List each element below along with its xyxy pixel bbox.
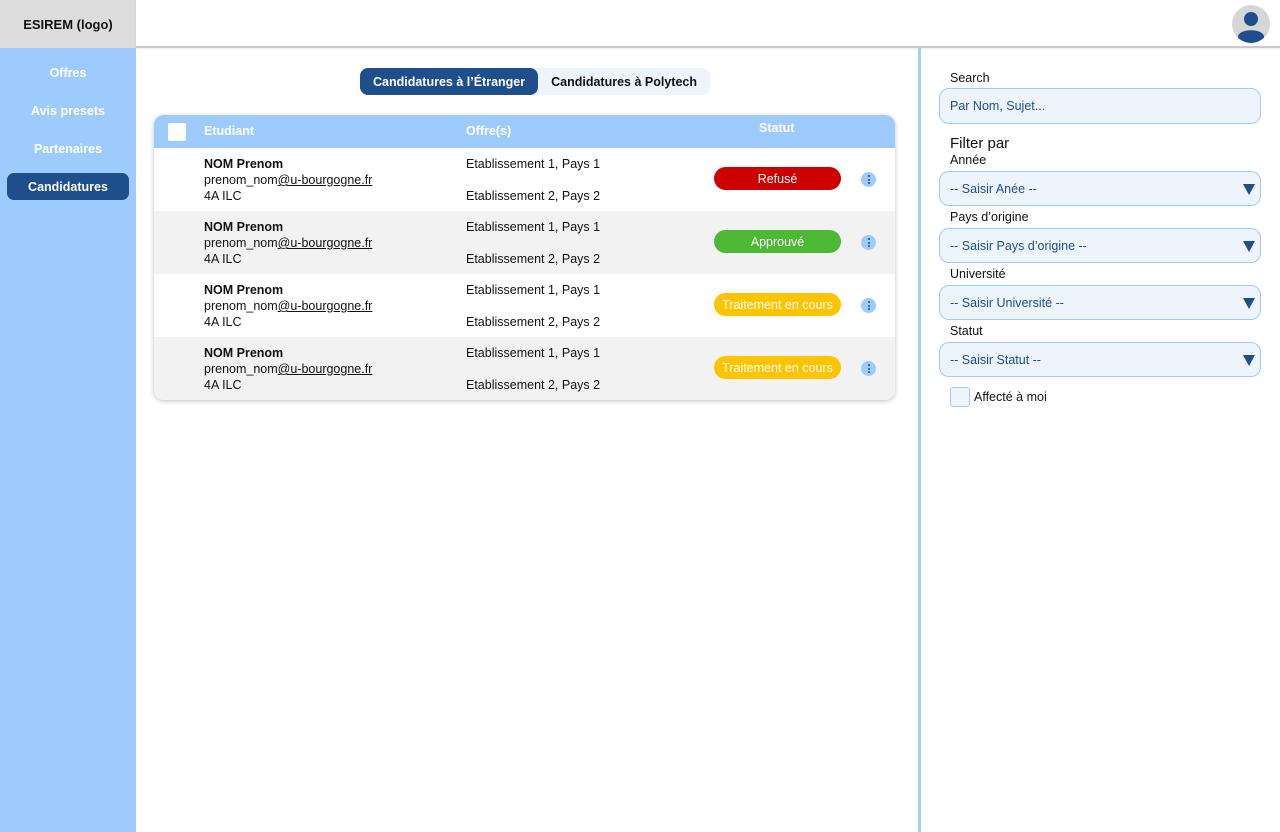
candidatures-table: Etudiant Offre(s) Statut NOM Prenom preno… <box>154 115 895 400</box>
more-options-icon[interactable] <box>861 361 876 376</box>
student-year: 4A ILC <box>204 252 242 266</box>
annee-select-value: -- Saisir Anée -- <box>950 181 1037 196</box>
pays-select-value: -- Saisir Pays d’origine -- <box>950 238 1087 253</box>
header-etudiant[interactable]: Etudiant <box>204 124 254 138</box>
student-email: prenom_nom@u-bourgogne.fr <box>204 299 373 313</box>
sidebar: Offres Avis presets Partenaires Candidat… <box>0 48 136 832</box>
top-bar <box>136 0 1280 48</box>
status-badge: Traitement en cours <box>714 356 841 379</box>
sidebar-item-candidatures[interactable]: Candidatures <box>7 173 129 200</box>
pays-label: Pays d’origine <box>950 210 1029 224</box>
tab-candidatures-etranger[interactable]: Candidatures à l’Étranger <box>360 68 539 95</box>
student-year: 4A ILC <box>204 189 242 203</box>
annee-select[interactable]: -- Saisir Anée -- <box>939 171 1261 206</box>
email-domain-link[interactable]: @u-bourgogne.fr <box>278 362 373 376</box>
more-options-icon[interactable] <box>861 298 876 313</box>
search-field[interactable] <box>939 88 1261 124</box>
statut-label: Statut <box>950 324 983 338</box>
offer-1: Etablissement 1, Pays 1 <box>466 220 601 234</box>
offer-1: Etablissement 1, Pays 1 <box>466 346 601 360</box>
pays-select[interactable]: -- Saisir Pays d’origine -- <box>939 228 1261 263</box>
logo-text: ESIREM (logo) <box>23 16 113 32</box>
student-year: 4A ILC <box>204 378 242 392</box>
assigned-to-me-label: Affecté à moi <box>974 390 1047 404</box>
annee-label: Année <box>950 153 987 167</box>
header-offres[interactable]: Offre(s) <box>466 124 511 138</box>
more-options-icon[interactable] <box>861 235 876 250</box>
sidebar-item-label: Avis presets <box>31 103 105 118</box>
main-content: Candidatures à l’Étranger Candidatures à… <box>136 48 920 832</box>
offer-2: Etablissement 2, Pays 2 <box>466 252 601 266</box>
dropdown-arrow-icon <box>1243 184 1255 195</box>
sidebar-item-offres[interactable]: Offres <box>7 59 129 86</box>
universite-select[interactable]: -- Saisir Université -- <box>939 285 1261 320</box>
table-row[interactable]: NOM Prenom prenom_nom@u-bourgogne.fr 4A IL… <box>154 337 895 400</box>
app-logo: ESIREM (logo) <box>0 0 136 48</box>
filter-panel: Search Filter par Année -- Saisir Anée -… <box>921 48 1280 832</box>
offer-2: Etablissement 2, Pays 2 <box>466 315 601 329</box>
user-avatar-icon[interactable] <box>1232 5 1270 43</box>
search-label: Search <box>950 71 990 85</box>
offer-1: Etablissement 1, Pays 1 <box>466 157 601 171</box>
assigned-to-me-checkbox[interactable] <box>950 387 970 407</box>
dropdown-arrow-icon <box>1243 355 1255 366</box>
filter-title: Filter par <box>950 135 1010 152</box>
email-domain-link[interactable]: @u-bourgogne.fr <box>278 299 373 313</box>
table-row[interactable]: NOM Prenom prenom_nom@u-bourgogne.fr 4A IL… <box>154 211 895 274</box>
more-options-icon[interactable] <box>861 172 876 187</box>
student-name: NOM Prenom <box>204 157 284 171</box>
universite-label: Université <box>950 267 1006 281</box>
status-badge: Refusé <box>714 167 841 190</box>
student-name: NOM Prenom <box>204 283 284 297</box>
dropdown-arrow-icon <box>1243 241 1255 252</box>
tab-candidatures-polytech[interactable]: Candidatures à Polytech <box>538 68 710 95</box>
statut-select[interactable]: -- Saisir Statut -- <box>939 342 1261 377</box>
search-input[interactable] <box>950 99 1260 113</box>
offer-2: Etablissement 2, Pays 2 <box>466 378 601 392</box>
dropdown-arrow-icon <box>1243 298 1255 309</box>
email-domain-link[interactable]: @u-bourgogne.fr <box>278 236 373 250</box>
tab-group: Candidatures à l’Étranger Candidatures à… <box>360 68 710 95</box>
sidebar-item-label: Partenaires <box>33 141 103 156</box>
table-row[interactable]: NOM Prenom prenom_nom@u-bourgogne.fr 4A IL… <box>154 274 895 337</box>
table-row[interactable]: NOM Prenom prenom_nom@u-bourgogne.fr 4A IL… <box>154 148 895 211</box>
student-email: prenom_nom@u-bourgogne.fr <box>204 236 373 250</box>
student-email: prenom_nom@u-bourgogne.fr <box>204 362 373 376</box>
sidebar-item-label: Offres <box>49 65 87 80</box>
status-badge: Traitement en cours <box>714 293 841 316</box>
offer-1: Etablissement 1, Pays 1 <box>466 283 601 297</box>
statut-select-value: -- Saisir Statut -- <box>950 352 1041 367</box>
sidebar-item-label: Candidatures <box>28 179 108 194</box>
sidebar-item-partenaires[interactable]: Partenaires <box>7 135 129 162</box>
student-name: NOM Prenom <box>204 220 284 234</box>
offer-2: Etablissement 2, Pays 2 <box>466 189 601 203</box>
table-header: Etudiant Offre(s) Statut <box>154 115 895 148</box>
student-email: prenom_nom@u-bourgogne.fr <box>204 173 373 187</box>
student-year: 4A ILC <box>204 315 242 329</box>
header-statut[interactable]: Statut <box>759 121 794 135</box>
sidebar-item-avis-presets[interactable]: Avis presets <box>7 97 129 124</box>
student-name: NOM Prenom <box>204 346 284 360</box>
status-badge: Approuvé <box>714 230 841 253</box>
email-domain-link[interactable]: @u-bourgogne.fr <box>278 173 373 187</box>
universite-select-value: -- Saisir Université -- <box>950 295 1064 310</box>
select-all-checkbox[interactable] <box>168 123 186 141</box>
